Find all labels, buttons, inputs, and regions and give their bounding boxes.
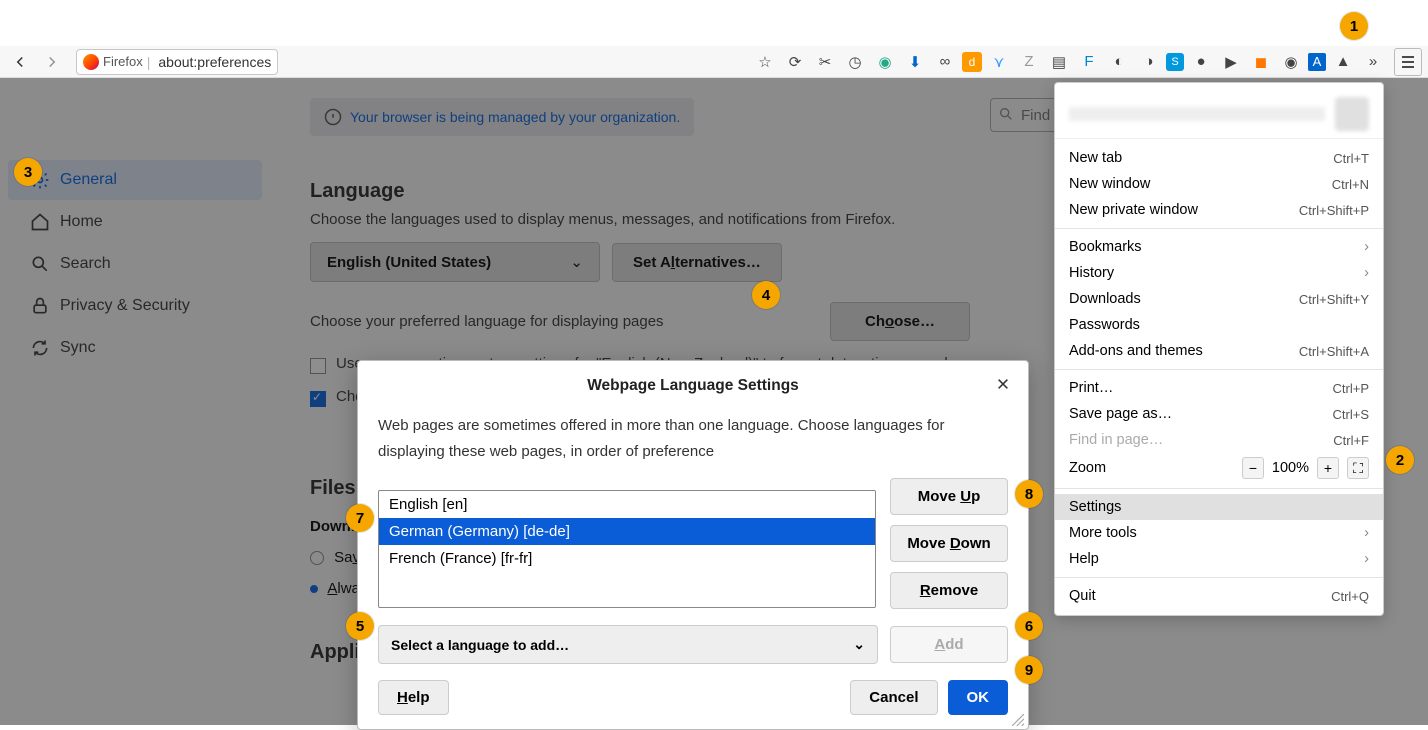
- menu-quit[interactable]: QuitCtrl+Q: [1055, 583, 1383, 609]
- ext-icon-4[interactable]: d: [962, 52, 982, 72]
- lang-item-de[interactable]: German (Germany) [de-de]: [379, 518, 875, 545]
- add-select-label: Select a language to add…: [391, 637, 569, 653]
- forward-button[interactable]: [38, 48, 66, 76]
- badge-4: 4: [752, 281, 780, 309]
- ext-icon-15[interactable]: ▲: [1330, 49, 1356, 75]
- ext-icon-2[interactable]: ◉: [872, 49, 898, 75]
- menu-help[interactable]: Help›: [1055, 546, 1383, 572]
- url-text: about:preferences: [158, 54, 271, 70]
- ext-icon-13[interactable]: ◉: [1278, 49, 1304, 75]
- menu-new-window[interactable]: New windowCtrl+N: [1055, 171, 1383, 197]
- cancel-button[interactable]: Cancel: [850, 680, 937, 715]
- app-menu-button[interactable]: [1394, 48, 1422, 76]
- chevron-down-icon: ⌄: [853, 636, 865, 653]
- remove-button[interactable]: Remove: [890, 572, 1008, 609]
- browser-toolbar: Firefox | about:preferences ☆ ⟳ ✂ ◷ ◉ ⬇ …: [0, 46, 1428, 78]
- badge-1: 1: [1340, 12, 1368, 40]
- zoom-value: 100%: [1272, 460, 1309, 476]
- back-button[interactable]: [6, 48, 34, 76]
- badge-3: 3: [14, 158, 42, 186]
- ext-icon-7[interactable]: F: [1076, 49, 1102, 75]
- add-language-select[interactable]: Select a language to add… ⌄: [378, 625, 878, 664]
- close-icon[interactable]: [992, 373, 1014, 395]
- star-icon[interactable]: ☆: [752, 49, 778, 75]
- ok-button[interactable]: OK: [948, 680, 1009, 715]
- ext-icon-12[interactable]: ▶: [1218, 49, 1244, 75]
- app-menu: New tabCtrl+T New windowCtrl+N New priva…: [1054, 82, 1384, 616]
- badge-9: 9: [1015, 656, 1043, 684]
- menu-account-header[interactable]: [1055, 89, 1383, 139]
- ext-icon-11[interactable]: ●: [1188, 49, 1214, 75]
- language-settings-dialog: Webpage Language Settings Web pages are …: [357, 360, 1029, 730]
- fullscreen-button[interactable]: ⛶: [1347, 457, 1369, 479]
- menu-more-tools[interactable]: More tools›: [1055, 520, 1383, 546]
- reload-icon[interactable]: ⟳: [782, 49, 808, 75]
- ext-icon-10[interactable]: S: [1166, 53, 1184, 71]
- overflow-icon[interactable]: »: [1360, 49, 1386, 75]
- menu-passwords[interactable]: Passwords: [1055, 312, 1383, 338]
- menu-settings[interactable]: Settings: [1055, 494, 1383, 520]
- lang-item-en[interactable]: English [en]: [379, 491, 875, 518]
- badge-5: 5: [346, 612, 374, 640]
- firefox-logo-icon: [83, 54, 99, 70]
- zoom-in-button[interactable]: +: [1317, 457, 1339, 479]
- ext-icon-6[interactable]: Z: [1016, 49, 1042, 75]
- menu-addons[interactable]: Add-ons and themesCtrl+Shift+A: [1055, 338, 1383, 364]
- rss-icon[interactable]: ◼: [1248, 49, 1274, 75]
- move-down-button[interactable]: Move Down: [890, 525, 1008, 562]
- menu-print[interactable]: Print…Ctrl+P: [1055, 375, 1383, 401]
- badge-6: 6: [1015, 612, 1043, 640]
- menu-history[interactable]: History›: [1055, 260, 1383, 286]
- lang-item-fr[interactable]: French (France) [fr-fr]: [379, 545, 875, 572]
- menu-save-as[interactable]: Save page as…Ctrl+S: [1055, 401, 1383, 427]
- menu-new-tab[interactable]: New tabCtrl+T: [1055, 145, 1383, 171]
- ext-icon-8[interactable]: ◐: [1106, 49, 1132, 75]
- clock-icon[interactable]: ◷: [842, 49, 868, 75]
- ext-icon-14[interactable]: A: [1308, 53, 1326, 71]
- language-list[interactable]: English [en] German (Germany) [de-de] Fr…: [378, 490, 876, 608]
- menu-downloads[interactable]: DownloadsCtrl+Shift+Y: [1055, 286, 1383, 312]
- badge-2: 2: [1386, 446, 1414, 474]
- ext-icon-3[interactable]: ∞: [932, 49, 958, 75]
- menu-find: Find in page…Ctrl+F: [1055, 427, 1383, 453]
- ext-icon-9[interactable]: ◑: [1136, 49, 1162, 75]
- help-button[interactable]: Help: [378, 680, 449, 715]
- reader-icon[interactable]: ▤: [1046, 49, 1072, 75]
- avatar-icon: [1335, 97, 1369, 131]
- move-up-button[interactable]: Move Up: [890, 478, 1008, 515]
- url-bar[interactable]: Firefox | about:preferences: [76, 49, 278, 75]
- download-icon[interactable]: ⬇: [902, 49, 928, 75]
- identity-label: Firefox: [103, 54, 143, 69]
- ext-icon-5[interactable]: ⋎: [986, 49, 1012, 75]
- badge-8: 8: [1015, 480, 1043, 508]
- add-button[interactable]: Add: [890, 626, 1008, 663]
- dialog-desc: Web pages are sometimes offered in more …: [378, 413, 1008, 464]
- menu-new-private[interactable]: New private windowCtrl+Shift+P: [1055, 197, 1383, 223]
- dialog-title: Webpage Language Settings: [378, 377, 1008, 395]
- zoom-out-button[interactable]: −: [1242, 457, 1264, 479]
- ext-icon-1[interactable]: ✂: [812, 49, 838, 75]
- menu-zoom: Zoom − 100% + ⛶: [1055, 453, 1383, 483]
- menu-bookmarks[interactable]: Bookmarks›: [1055, 234, 1383, 260]
- badge-7: 7: [346, 504, 374, 532]
